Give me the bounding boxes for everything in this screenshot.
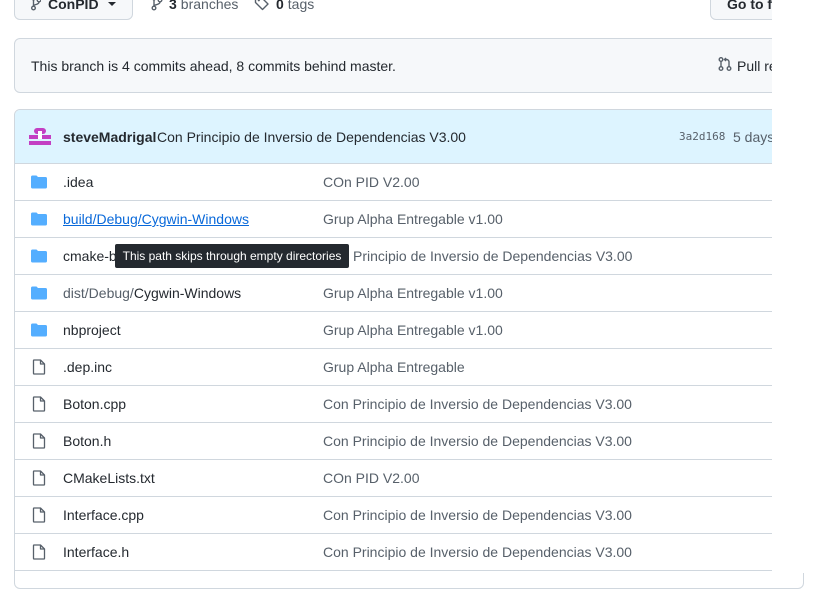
commit-sha[interactable]: 3a2d168 xyxy=(679,110,725,163)
file-row[interactable]: Boton.cpp Con Principio de Inversio de D… xyxy=(15,386,803,423)
file-row[interactable]: build/Debug/Cygwin-Windows Grup Alpha En… xyxy=(15,201,803,238)
avatar[interactable] xyxy=(29,126,51,146)
tags-link[interactable]: 0 tags xyxy=(254,0,314,20)
file-name[interactable]: CMakeLists.txt xyxy=(63,460,155,496)
file-name[interactable]: Boton.h xyxy=(63,423,111,459)
file-icon xyxy=(31,396,47,412)
repo-toolbar: ConPID 3 branches 0 tags Go to f xyxy=(0,0,819,22)
file-commit-message[interactable]: Grup Alpha Entregable xyxy=(323,349,465,385)
file-name[interactable]: Interface.h xyxy=(63,534,129,570)
branches-count: 3 xyxy=(169,0,177,12)
tags-count: 0 xyxy=(276,0,284,12)
file-row[interactable]: Interface.cpp Con Principio de Inversio … xyxy=(15,497,803,534)
file-row[interactable]: dist/Debug/Cygwin-Windows Grup Alpha Ent… xyxy=(15,275,803,312)
repo-file-browser: ConPID 3 branches 0 tags Go to f This br… xyxy=(0,0,819,589)
file-list: steveMadrigal Con Principio de Inversio … xyxy=(14,109,804,589)
file-name-path-rest: Cygwin-Windows xyxy=(133,285,242,301)
file-icon xyxy=(31,470,47,486)
pull-request-label: Pull re xyxy=(737,57,777,74)
file-commit-message[interactable]: COn PID V2.00 xyxy=(323,164,420,200)
pull-request-icon xyxy=(717,56,737,75)
file-icon xyxy=(31,359,47,375)
file-row[interactable]: Boton.h Con Principio de Inversio de Dep… xyxy=(15,423,803,460)
branch-name: ConPID xyxy=(48,0,99,12)
file-icon xyxy=(31,507,47,523)
file-row[interactable]: .dep.inc Grup Alpha Entregable xyxy=(15,349,803,386)
file-commit-message[interactable]: Con Principio de Inversio de Dependencia… xyxy=(323,534,632,570)
viewport-edge xyxy=(772,0,819,573)
file-name[interactable]: Interface.cpp xyxy=(63,497,144,533)
file-commit-message[interactable]: Con Principio de Inversio de Dependencia… xyxy=(323,386,632,422)
branches-link[interactable]: 3 branches xyxy=(151,0,238,20)
folder-icon xyxy=(31,248,47,264)
file-commit-message[interactable]: Grup Alpha Entregable v1.00 xyxy=(323,201,503,237)
file-commit-message[interactable]: COn PID V2.00 xyxy=(323,460,420,496)
file-name[interactable]: build/Debug/Cygwin-Windows xyxy=(63,201,249,237)
latest-commit-row: steveMadrigal Con Principio de Inversio … xyxy=(15,110,803,164)
file-commit-message[interactable]: Grup Alpha Entregable v1.00 xyxy=(323,275,503,311)
file-commit-message[interactable]: Con Principio de Inversio de Dependencia… xyxy=(323,423,632,459)
tag-icon xyxy=(254,0,270,14)
commit-author[interactable]: steveMadrigal xyxy=(63,110,156,163)
commit-message[interactable]: Con Principio de Inversio de Dependencia… xyxy=(157,110,466,163)
branch-comparison-box: This branch is 4 commits ahead, 8 commit… xyxy=(14,38,804,93)
folder-icon xyxy=(31,322,47,338)
folder-icon xyxy=(31,211,47,227)
branch-select-button[interactable]: ConPID xyxy=(14,0,133,20)
folder-icon xyxy=(31,174,47,190)
file-name[interactable]: nbproject xyxy=(63,312,121,348)
chevron-down-icon xyxy=(107,2,116,6)
pull-request-link[interactable]: Pull re xyxy=(717,39,777,92)
file-name-path-prefix: dist/Debug/ xyxy=(63,285,134,301)
folder-icon xyxy=(31,285,47,301)
file-row[interactable]: nbproject Grup Alpha Entregable v1.00 xyxy=(15,312,803,349)
file-icon xyxy=(31,433,47,449)
branches-label: branches xyxy=(180,0,239,12)
file-name[interactable]: Boton.cpp xyxy=(63,386,126,422)
ahead-behind-text: This branch is 4 commits ahead, 8 commit… xyxy=(31,57,396,74)
file-name[interactable]: cmake-b xyxy=(63,238,117,274)
file-row[interactable]: .idea COn PID V2.00 xyxy=(15,164,803,201)
file-name[interactable]: .dep.inc xyxy=(63,349,112,385)
path-tooltip: This path skips through empty directorie… xyxy=(115,244,349,268)
file-name[interactable]: .idea xyxy=(63,164,93,200)
file-row[interactable]: CMakeLists.txt COn PID V2.00 xyxy=(15,460,803,497)
file-icon xyxy=(31,544,47,560)
commit-age: 5 days xyxy=(733,128,775,145)
file-row[interactable]: Interface.h Con Principio de Inversio de… xyxy=(15,534,803,571)
file-commit-message[interactable]: Grup Alpha Entregable v1.00 xyxy=(323,312,503,348)
file-name[interactable]: dist/Debug/Cygwin-Windows xyxy=(63,275,241,311)
file-commit-message[interactable]: Principio de Inversio de Dependencias V3… xyxy=(353,238,632,274)
tags-label: tags xyxy=(287,0,315,12)
file-commit-message[interactable]: Con Principio de Inversio de Dependencia… xyxy=(323,497,632,533)
git-branch-icon xyxy=(31,0,48,14)
git-branch-icon xyxy=(151,0,163,14)
